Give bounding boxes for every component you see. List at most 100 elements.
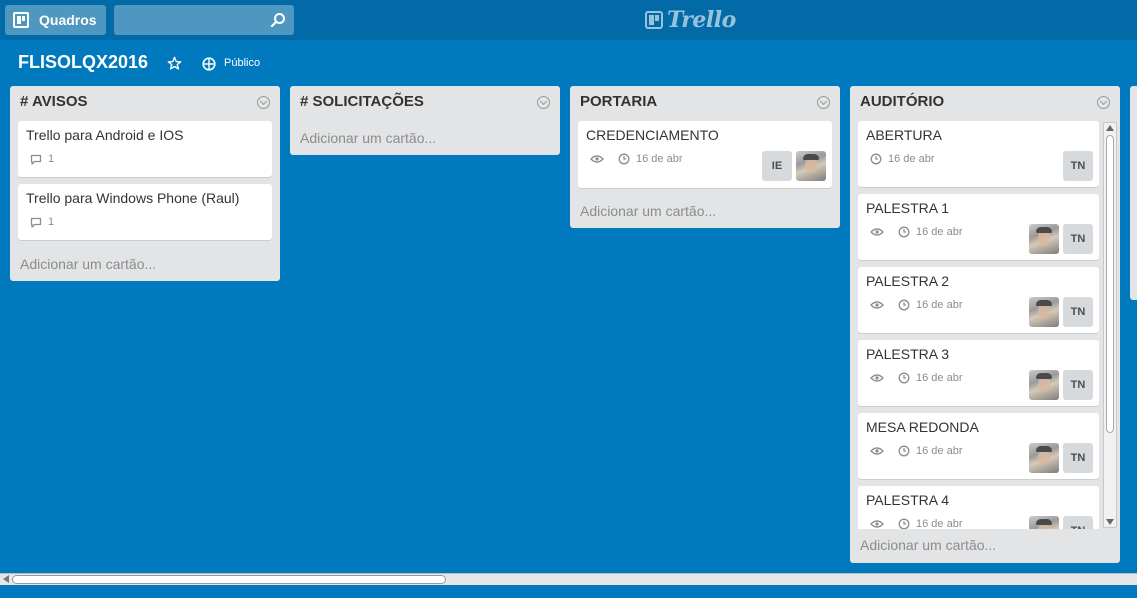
- card-title: MESA REDONDA: [866, 419, 979, 435]
- member-avatar[interactable]: [796, 151, 826, 181]
- board-visibility[interactable]: Público: [224, 57, 260, 69]
- top-bar: Quadros Trello: [0, 0, 1137, 40]
- list-menu-icon[interactable]: [257, 96, 270, 109]
- card-badges: 1: [30, 216, 54, 228]
- list-auditorio: AUDITÓRIO ABERTURA 16 de abr TN PALESTRA…: [850, 86, 1120, 563]
- board-title[interactable]: FLISOLQX2016: [18, 52, 148, 73]
- list-title[interactable]: # SOLICITAÇÕES: [300, 93, 424, 110]
- member-avatar[interactable]: [1029, 516, 1059, 529]
- card[interactable]: MESA REDONDA 16 de abr TN: [858, 413, 1099, 479]
- list-menu-icon[interactable]: [1097, 96, 1110, 109]
- eye-icon: [870, 374, 884, 382]
- card[interactable]: Trello para Android e IOS 1: [18, 121, 272, 177]
- clock-icon: [898, 226, 910, 238]
- card-title: PALESTRA 1: [866, 200, 950, 216]
- list-cards-area: ABERTURA 16 de abr TN PALESTRA 1 16 de a…: [850, 121, 1102, 529]
- card-badges: 16 de abr: [870, 372, 962, 384]
- search-input[interactable]: [114, 5, 294, 35]
- card[interactable]: PALESTRA 3 16 de abr TN: [858, 340, 1099, 406]
- member-avatar[interactable]: [1029, 443, 1059, 473]
- add-card-link[interactable]: Adicionar um cartão...: [20, 256, 156, 272]
- list-menu-icon[interactable]: [537, 96, 550, 109]
- add-card-link[interactable]: Adicionar um cartão...: [300, 130, 436, 146]
- list-menu-icon[interactable]: [817, 96, 830, 109]
- card[interactable]: CREDENCIAMENTO 16 de abr IE: [578, 121, 832, 188]
- member-initials[interactable]: IE: [762, 151, 792, 181]
- card-badges: 16 de abr: [590, 153, 682, 165]
- add-card-link[interactable]: Adicionar um cartão...: [860, 537, 996, 553]
- trello-logo-text: Trello: [667, 7, 736, 33]
- card-title: PALESTRA 4: [866, 492, 950, 508]
- member-initials[interactable]: TN: [1063, 224, 1093, 254]
- eye-icon: [870, 228, 884, 236]
- list-title[interactable]: # AVISOS: [20, 93, 88, 110]
- member-avatar[interactable]: [1029, 370, 1059, 400]
- list-title[interactable]: PORTARIA: [580, 93, 657, 110]
- due-date: 16 de abr: [916, 372, 963, 384]
- card-badges: 16 de abr: [870, 299, 962, 311]
- card-badges: 16 de abr: [870, 153, 934, 165]
- eye-icon: [870, 301, 884, 309]
- boards-icon: [13, 12, 29, 28]
- card-badges: 16 de abr: [870, 445, 962, 457]
- card[interactable]: PALESTRA 1 16 de abr TN: [858, 194, 1099, 260]
- card[interactable]: ABERTURA 16 de abr TN: [858, 121, 1099, 187]
- scroll-up-icon[interactable]: [1106, 125, 1114, 131]
- comment-icon: [30, 154, 42, 165]
- list-avisos: # AVISOS Trello para Android e IOS 1 Tre…: [10, 86, 280, 281]
- due-date: 16 de abr: [916, 226, 963, 238]
- card-title: CREDENCIAMENTO: [586, 127, 719, 143]
- clock-icon: [870, 153, 882, 165]
- card-badges: 1: [30, 153, 54, 165]
- member-initials[interactable]: TN: [1063, 297, 1093, 327]
- card[interactable]: PALESTRA 4 16 de abr TN: [858, 486, 1099, 529]
- board-scrollbar-thumb[interactable]: [12, 575, 446, 584]
- member-avatar[interactable]: [1029, 297, 1059, 327]
- board-scrollbar[interactable]: [0, 573, 1137, 585]
- add-card-link[interactable]: Adicionar um cartão...: [580, 203, 716, 219]
- scroll-left-icon[interactable]: [3, 575, 9, 583]
- member-avatar[interactable]: [1029, 224, 1059, 254]
- due-date: 16 de abr: [916, 445, 963, 457]
- member-initials[interactable]: TN: [1063, 443, 1093, 473]
- card-title: ABERTURA: [866, 127, 942, 143]
- list-title[interactable]: AUDITÓRIO: [860, 93, 944, 110]
- due-date: 16 de abr: [888, 153, 935, 165]
- boards-button[interactable]: Quadros: [5, 5, 106, 35]
- search-icon[interactable]: [270, 12, 286, 28]
- clock-icon: [618, 153, 630, 165]
- clock-icon: [898, 372, 910, 384]
- star-icon[interactable]: [167, 56, 182, 71]
- due-date: 16 de abr: [636, 153, 683, 165]
- card-badges: 16 de abr: [870, 518, 962, 529]
- scroll-down-icon[interactable]: [1106, 519, 1114, 525]
- card-title: Trello para Windows Phone (Raul): [26, 190, 240, 206]
- card-title: Trello para Android e IOS: [26, 127, 184, 143]
- card[interactable]: Trello para Windows Phone (Raul) 1: [18, 184, 272, 240]
- member-initials[interactable]: TN: [1063, 370, 1093, 400]
- card-badges: 16 de abr: [870, 226, 962, 238]
- globe-icon[interactable]: [202, 57, 216, 71]
- clock-icon: [898, 445, 910, 457]
- due-date: 16 de abr: [916, 518, 963, 529]
- search-box[interactable]: [114, 5, 294, 35]
- due-date: 16 de abr: [916, 299, 963, 311]
- card-title: PALESTRA 2: [866, 273, 950, 289]
- member-initials[interactable]: TN: [1063, 151, 1093, 181]
- boards-button-label: Quadros: [39, 12, 97, 28]
- comment-count: 1: [48, 216, 55, 228]
- list-scrollbar-thumb[interactable]: [1106, 135, 1114, 433]
- trello-logo-icon: [645, 11, 663, 29]
- list-portaria: PORTARIA CREDENCIAMENTO 16 de abr IE Adi…: [570, 86, 840, 228]
- clock-icon: [898, 299, 910, 311]
- eye-icon: [870, 447, 884, 455]
- list-scrollbar[interactable]: [1103, 122, 1117, 528]
- trello-logo[interactable]: Trello: [645, 7, 736, 33]
- member-initials[interactable]: TN: [1063, 516, 1093, 529]
- eye-icon: [870, 520, 884, 528]
- comment-icon: [30, 217, 42, 228]
- card-title: PALESTRA 3: [866, 346, 950, 362]
- eye-icon: [590, 155, 604, 163]
- card[interactable]: PALESTRA 2 16 de abr TN: [858, 267, 1099, 333]
- next-list-edge: [1130, 86, 1137, 300]
